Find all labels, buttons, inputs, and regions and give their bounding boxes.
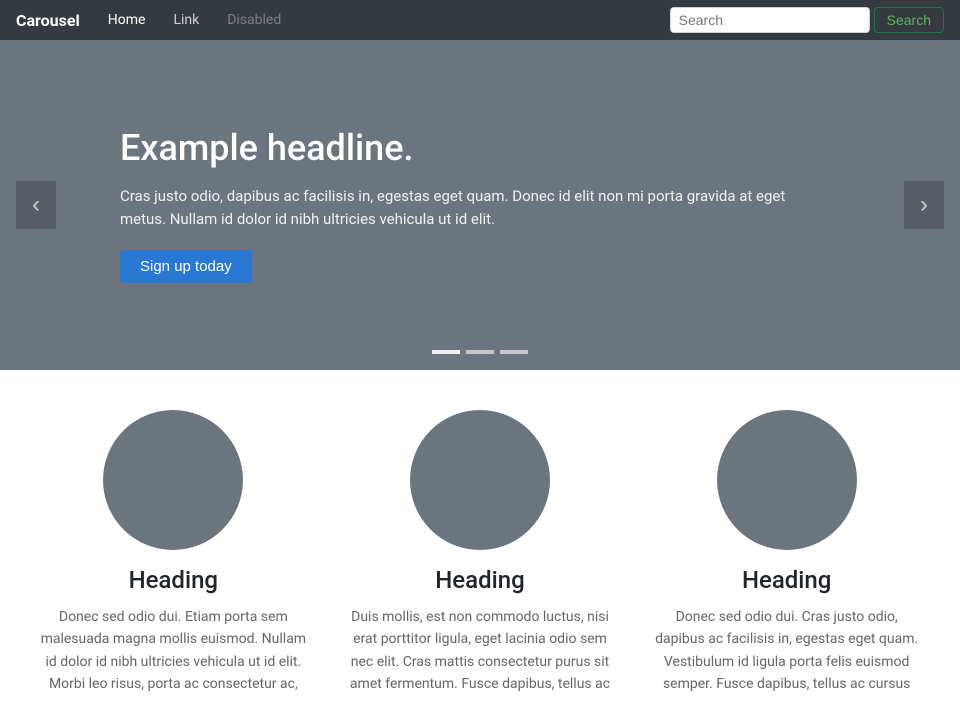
carousel-indicators	[432, 350, 528, 354]
navbar: Carousel Home Link Disabled Search	[0, 0, 960, 40]
carousel: ‹ Example headline. Cras justo odio, dap…	[0, 40, 960, 370]
search-button[interactable]: Search	[874, 7, 944, 33]
carousel-dot-1[interactable]	[432, 350, 460, 354]
content-text-1: Donec sed odio dui. Etiam porta sem male…	[40, 606, 307, 696]
content-col-2: Heading Duis mollis, est non commodo luc…	[327, 410, 634, 696]
content-col-1: Heading Donec sed odio dui. Etiam porta …	[20, 410, 327, 696]
chevron-left-icon: ‹	[32, 191, 40, 219]
content-circle-2	[410, 410, 550, 550]
content-text-2: Duis mollis, est non commodo luctus, nis…	[347, 606, 614, 696]
content-col-3: Heading Donec sed odio dui. Cras justo o…	[633, 410, 940, 696]
navbar-brand[interactable]: Carousel	[16, 11, 80, 30]
chevron-right-icon: ›	[920, 191, 928, 219]
search-input[interactable]	[670, 7, 870, 33]
carousel-dot-3[interactable]	[500, 350, 528, 354]
content-section: Heading Donec sed odio dui. Etiam porta …	[0, 370, 960, 716]
content-heading-3: Heading	[742, 566, 831, 594]
carousel-caption: Example headline. Cras justo odio, dapib…	[120, 127, 820, 283]
carousel-dot-2[interactable]	[466, 350, 494, 354]
carousel-slide: Example headline. Cras justo odio, dapib…	[0, 40, 960, 370]
carousel-inner: Example headline. Cras justo odio, dapib…	[0, 40, 960, 370]
carousel-cta-button[interactable]: Sign up today	[120, 250, 252, 283]
carousel-headline: Example headline.	[120, 127, 820, 169]
carousel-next-button[interactable]: ›	[904, 181, 944, 229]
content-circle-3	[717, 410, 857, 550]
content-circle-1	[103, 410, 243, 550]
carousel-prev-button[interactable]: ‹	[16, 181, 56, 229]
nav-link-link[interactable]: Link	[161, 4, 211, 36]
nav-link-home[interactable]: Home	[96, 4, 158, 36]
content-heading-2: Heading	[435, 566, 524, 594]
navbar-search: Search	[670, 7, 944, 33]
content-text-3: Donec sed odio dui. Cras justo odio, dap…	[653, 606, 920, 696]
nav-link-disabled: Disabled	[215, 4, 293, 36]
content-heading-1: Heading	[129, 566, 218, 594]
carousel-body: Cras justo odio, dapibus ac facilisis in…	[120, 185, 820, 230]
nav-links: Home Link Disabled	[96, 4, 670, 36]
